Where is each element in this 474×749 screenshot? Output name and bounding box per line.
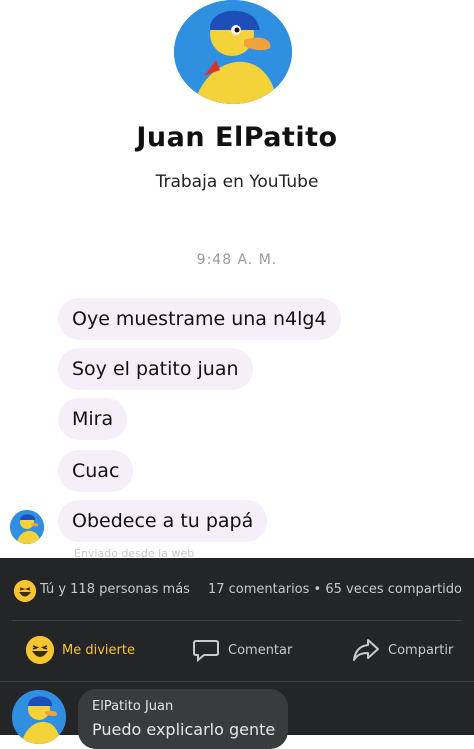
profile-avatar[interactable] bbox=[174, 0, 292, 104]
reactions-count-text[interactable]: Tú y 118 personas más bbox=[40, 582, 190, 597]
message-bubble[interactable]: Cuac bbox=[58, 450, 134, 492]
sender-avatar[interactable] bbox=[10, 510, 44, 544]
share-icon bbox=[353, 639, 379, 661]
message-bubble[interactable]: Mira bbox=[58, 398, 128, 440]
message-timestamp: 9:48 A. M. bbox=[196, 252, 278, 268]
comment-button[interactable]: Comentar bbox=[192, 635, 292, 665]
post-actions: Me divierte Comentar Compartir bbox=[0, 621, 474, 681]
haha-reaction-icon bbox=[14, 580, 36, 602]
reaction-button[interactable]: Me divierte bbox=[26, 635, 135, 665]
divider bbox=[0, 681, 474, 682]
profile-work: Trabaja en YouTube bbox=[155, 172, 319, 192]
share-label: Compartir bbox=[388, 642, 454, 658]
post-footer: Tú y 118 personas más 17 comentarios • 6… bbox=[0, 558, 474, 749]
profile-name: Juan ElPatito bbox=[136, 122, 338, 153]
chat-area: Juan ElPatito Trabaja en YouTube 9:48 A.… bbox=[0, 0, 474, 560]
comments-shares-count[interactable]: 17 comentarios • 65 veces compartido bbox=[208, 582, 462, 597]
message-bubble[interactable]: Soy el patito juan bbox=[58, 348, 253, 390]
comment-text: Puedo explicarlo gente bbox=[92, 720, 276, 739]
comment-icon bbox=[193, 640, 219, 663]
duck-avatar-icon bbox=[174, 0, 292, 104]
duck-avatar-icon bbox=[10, 510, 44, 544]
share-button[interactable]: Compartir bbox=[352, 635, 453, 665]
reaction-label: Me divierte bbox=[62, 642, 135, 658]
comment-bubble[interactable]: ElPatito Juan Puedo explicarlo gente bbox=[78, 689, 288, 749]
message-bubble[interactable]: Oye muestrame una n4lg4 bbox=[58, 298, 341, 340]
commenter-avatar[interactable] bbox=[12, 690, 66, 744]
haha-reaction-icon bbox=[26, 636, 54, 664]
comment-author[interactable]: ElPatito Juan bbox=[92, 699, 173, 714]
reactions-summary[interactable]: Tú y 118 personas más 17 comentarios • 6… bbox=[0, 558, 474, 620]
duck-avatar-icon bbox=[12, 690, 66, 744]
comment-label: Comentar bbox=[228, 642, 293, 658]
message-bubble[interactable]: Obedece a tu papá bbox=[58, 500, 268, 542]
